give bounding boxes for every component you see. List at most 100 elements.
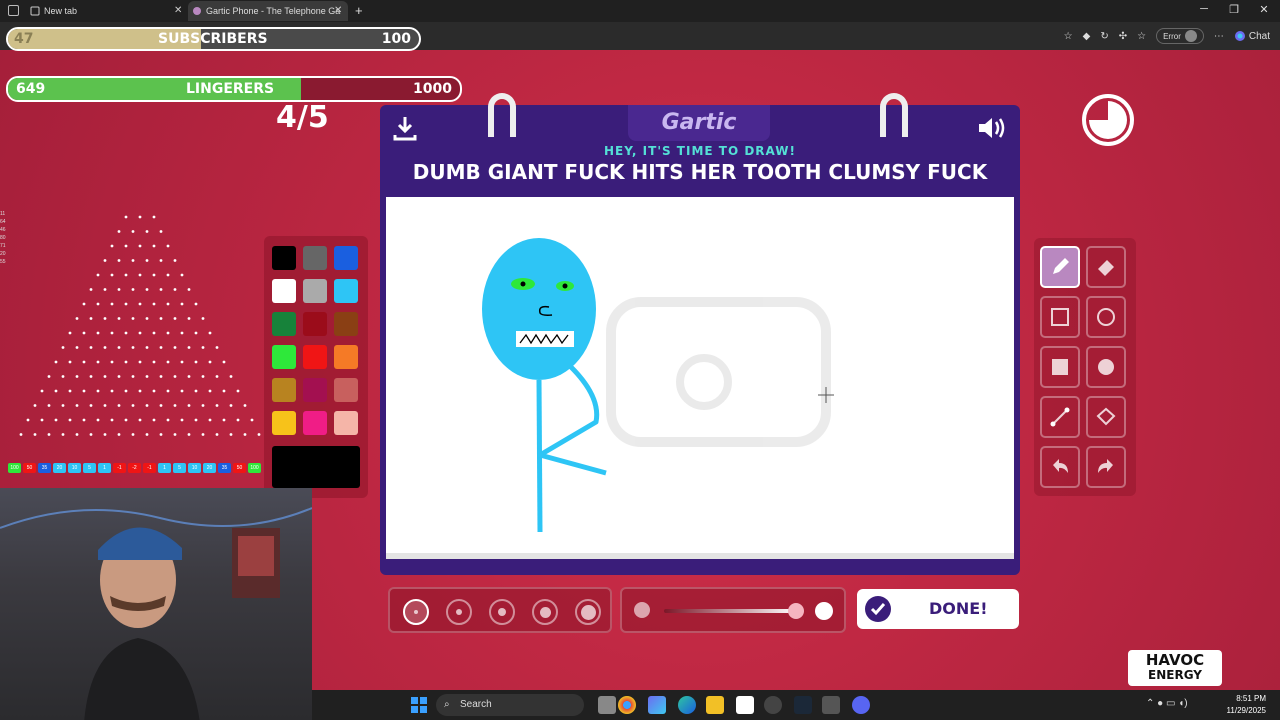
plinko-peg <box>138 389 142 393</box>
obs-icon[interactable] <box>764 696 782 714</box>
redo-tool[interactable] <box>1086 446 1126 488</box>
opacity-slider-handle[interactable] <box>788 603 804 619</box>
new-tab-button[interactable]: + <box>355 3 363 18</box>
gartic-phone-icon <box>192 6 202 16</box>
color-swatch[interactable] <box>303 279 327 303</box>
plinko-peg <box>166 418 170 422</box>
extension-icon[interactable]: ◆ <box>1083 31 1091 42</box>
plinko-peg <box>152 418 156 422</box>
close-icon[interactable]: ✕ <box>334 1 342 21</box>
opacity-slider-track[interactable] <box>664 609 796 613</box>
color-swatch[interactable] <box>303 345 327 369</box>
download-icon[interactable] <box>390 113 420 143</box>
plinko-peg <box>152 331 156 335</box>
plinko-peg <box>131 404 135 407</box>
plinko-peg <box>117 375 121 378</box>
drawing-canvas[interactable] <box>386 197 1014 559</box>
volume-icon[interactable] <box>976 113 1006 143</box>
ellipse-fill-icon <box>1098 359 1114 375</box>
done-button[interactable]: DONE! <box>857 589 1019 629</box>
color-swatch[interactable] <box>303 246 327 270</box>
window-close-icon[interactable]: ✕ <box>1256 3 1272 16</box>
color-swatch[interactable] <box>272 279 296 303</box>
tool-panel <box>1034 238 1136 496</box>
plinko-bucket: -1 <box>143 463 156 473</box>
color-swatch[interactable] <box>272 378 296 402</box>
line-tool[interactable] <box>1040 396 1080 438</box>
plinko-peg <box>47 404 51 407</box>
restore-icon[interactable]: ❐ <box>1226 3 1242 16</box>
plinko-peg <box>75 404 79 407</box>
tab-gartic-phone[interactable]: Gartic Phone - The Telephone Ga ✕ <box>188 1 348 21</box>
plinko-peg <box>173 288 177 291</box>
color-swatch[interactable] <box>334 378 358 402</box>
ellipse-outline-tool[interactable] <box>1086 296 1126 338</box>
ellipse-fill-tool[interactable] <box>1086 346 1126 388</box>
fill-bucket-tool[interactable] <box>1086 396 1126 438</box>
rectangle-outline-tool[interactable] <box>1040 296 1080 338</box>
plinko-peg <box>138 360 142 364</box>
plinko-peg <box>208 331 212 335</box>
brush-size-3[interactable] <box>489 599 515 625</box>
brush-size-4[interactable] <box>532 599 558 625</box>
minimize-icon[interactable]: ─ <box>1196 3 1212 15</box>
plinko-peg <box>173 346 177 349</box>
steam-icon[interactable] <box>794 696 812 714</box>
plinko-peg <box>208 418 212 422</box>
color-swatch[interactable] <box>303 411 327 435</box>
plinko-peg <box>229 404 233 407</box>
favorites-icon[interactable]: ☆ <box>1137 31 1146 42</box>
brush-size-5[interactable] <box>575 599 601 625</box>
plinko-peg <box>75 375 79 378</box>
plinko-peg <box>110 418 114 422</box>
puzzle-icon[interactable]: ✣ <box>1119 31 1127 42</box>
done-label: DONE! <box>929 599 988 618</box>
plinko-bucket: 50 <box>23 463 36 473</box>
file-explorer-icon[interactable] <box>598 696 616 714</box>
rectangle-fill-tool[interactable] <box>1040 346 1080 388</box>
plinko-peg <box>96 360 100 364</box>
copilot-chat-button[interactable]: Chat <box>1234 30 1270 42</box>
chrome-icon[interactable] <box>618 696 636 714</box>
tab-title: Gartic Phone - The Telephone Ga <box>206 6 341 16</box>
folder-icon[interactable] <box>706 696 724 714</box>
color-swatch[interactable] <box>334 312 358 336</box>
line-icon <box>1050 407 1070 427</box>
capcut-icon[interactable] <box>736 696 754 714</box>
tab-actions-icon[interactable] <box>8 5 19 16</box>
undo-tool[interactable] <box>1040 446 1080 488</box>
color-swatch[interactable] <box>334 246 358 270</box>
system-tray-icons[interactable]: ⌃ ● ▭ ◖) <box>1146 698 1188 709</box>
windows-start-icon[interactable] <box>410 696 428 714</box>
edge-icon[interactable] <box>678 696 696 714</box>
pencil-tool[interactable] <box>1040 246 1080 288</box>
brush-size-2[interactable] <box>446 599 472 625</box>
color-swatch[interactable] <box>272 246 296 270</box>
color-swatch[interactable] <box>303 312 327 336</box>
audio-app-icon[interactable] <box>822 696 840 714</box>
eraser-tool[interactable] <box>1086 246 1126 288</box>
color-swatch[interactable] <box>272 345 296 369</box>
plinko-buckets: 100 50 35 20 10 5 1 -1 -2 -1 1 5 10 20 35 50 100 <box>8 463 261 473</box>
brush-size-1[interactable] <box>403 599 429 625</box>
discord-icon[interactable] <box>852 696 870 714</box>
system-clock[interactable]: 8:51 PM 11/29/2025 <box>1227 693 1266 717</box>
taskbar-search-box[interactable]: ⌕ Search <box>436 694 584 716</box>
more-menu-icon[interactable]: ⋯ <box>1214 31 1224 42</box>
color-swatch[interactable] <box>334 345 358 369</box>
favorite-star-icon[interactable]: ☆ <box>1064 31 1073 42</box>
color-swatch[interactable] <box>334 279 358 303</box>
plinko-peg <box>103 288 107 291</box>
refresh-extension-icon[interactable]: ↻ <box>1100 31 1108 42</box>
profile-error-button[interactable]: Error <box>1156 28 1204 44</box>
plinko-bucket: 5 <box>173 463 186 473</box>
color-swatch[interactable] <box>272 312 296 336</box>
plinko-peg <box>117 346 121 349</box>
close-icon[interactable]: ✕ <box>174 1 182 21</box>
stick-figure-leg <box>537 365 607 476</box>
color-swatch[interactable] <box>272 411 296 435</box>
color-swatch[interactable] <box>303 378 327 402</box>
tab-new-tab[interactable]: New tab ✕ <box>26 1 186 21</box>
copilot-icon[interactable] <box>648 696 666 714</box>
color-swatch[interactable] <box>334 411 358 435</box>
